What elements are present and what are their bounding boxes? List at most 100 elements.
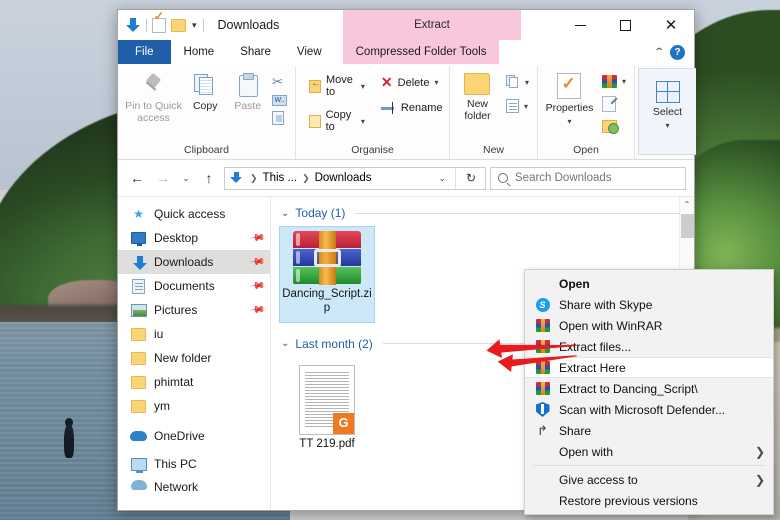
file-item-label: Dancing_Script.zip [282, 288, 372, 316]
ribbon-group-select: Select ▾ [638, 68, 696, 155]
file-item-dancing-script-zip[interactable]: Dancing_Script.zip [279, 226, 375, 323]
sidebar-item-quick-access[interactable]: ★ Quick access [118, 202, 270, 226]
minimize-button[interactable] [558, 10, 603, 40]
context-menu-item-restore-previous-versions[interactable]: Restore previous versions [525, 490, 773, 511]
chevron-down-icon[interactable]: ⌄ [432, 173, 452, 184]
address-path-field[interactable]: ❯ This ... ❯ Downloads ⌄ ↻ [224, 167, 486, 190]
recent-locations-icon[interactable]: ⌄ [178, 167, 194, 189]
context-menu-item-open[interactable]: Open [525, 273, 773, 294]
context-menu-item-extract-files[interactable]: Extract files... [525, 336, 773, 357]
sidebar-item-onedrive[interactable]: OneDrive [118, 424, 270, 448]
help-icon[interactable]: ? [670, 45, 685, 60]
pin-to-quick-access-button[interactable]: Pin to Quick access [124, 71, 183, 124]
quick-access-toolbar: ▾ Downloads [118, 17, 279, 33]
file-item-label: TT 219.pdf [299, 438, 354, 452]
context-menu-item-open-with[interactable]: Open with ❯ [525, 441, 773, 462]
new-folder-button[interactable]: New folder [456, 71, 499, 122]
move-to-dropdown-icon[interactable]: ▾ [361, 82, 365, 91]
download-arrow-icon [130, 255, 147, 269]
paste-shortcut-button[interactable] [270, 110, 289, 126]
folder-icon [130, 400, 147, 413]
context-menu-item-label: Open with WinRAR [559, 319, 662, 333]
new-item-button[interactable]: ▾ [504, 74, 531, 90]
delete-dropdown-icon[interactable]: ▾ [434, 78, 438, 87]
properties-dropdown-icon[interactable]: ▾ [567, 117, 571, 126]
select-dropdown-icon[interactable]: ▾ [665, 121, 669, 130]
scrollbar-thumb[interactable] [681, 214, 694, 238]
collapse-ribbon-icon[interactable]: ⌃ [653, 47, 665, 58]
rename-button[interactable]: Rename [378, 101, 446, 115]
copy-label: Copy [193, 100, 218, 112]
easy-access-button[interactable]: ▾ [504, 98, 531, 114]
sidebar-item-this-pc[interactable]: This PC [118, 452, 270, 476]
context-menu-item-share-with-skype[interactable]: S Share with Skype [525, 294, 773, 315]
forward-button[interactable]: → [152, 167, 174, 189]
folder-icon [130, 328, 147, 341]
tab-compressed-folder-tools[interactable]: Compressed Folder Tools [343, 40, 500, 64]
open-with-dropdown-icon[interactable]: ▾ [622, 77, 626, 86]
ribbon-group-clipboard: Pin to Quick access Copy Paste ✂ W.. Cli… [118, 66, 296, 159]
search-box[interactable]: Search Downloads [490, 167, 686, 190]
sidebar-item-desktop[interactable]: Desktop 📌 [118, 226, 270, 250]
sidebar-item-label: phimtat [154, 375, 193, 389]
sidebar-item-phimtat[interactable]: phimtat [118, 370, 270, 394]
properties-button[interactable]: Properties ▾ [544, 71, 595, 126]
paste-button[interactable]: Paste [227, 71, 268, 112]
close-button[interactable]: ✕ [648, 10, 694, 40]
context-menu-item-extract-to-folder[interactable]: Extract to Dancing_Script\ [525, 378, 773, 399]
history-button[interactable] [600, 119, 628, 134]
sidebar-item-iu[interactable]: iu [118, 322, 270, 346]
new-item-dropdown-icon[interactable]: ▾ [525, 78, 529, 87]
select-button[interactable]: Select ▾ [645, 79, 690, 130]
maximize-button[interactable] [603, 10, 648, 40]
window-controls: ✕ [558, 10, 694, 40]
open-small-buttons: ▾ [600, 71, 628, 134]
breadcrumb-item-this-pc[interactable]: This ... [263, 172, 298, 184]
sidebar-item-pictures[interactable]: Pictures 📌 [118, 298, 270, 322]
tab-file[interactable]: File [118, 40, 171, 64]
context-menu-item-give-access-to[interactable]: Give access to ❯ [525, 469, 773, 490]
ribbon-group-label-open: Open [538, 144, 634, 159]
sidebar-item-ym[interactable]: ym [118, 394, 270, 418]
up-button[interactable]: ↑ [198, 167, 220, 189]
context-menu-item-open-with-winrar[interactable]: Open with WinRAR [525, 315, 773, 336]
cut-button[interactable]: ✂ [270, 73, 289, 91]
chevron-down-icon[interactable]: ⌄ [281, 208, 289, 219]
tab-view[interactable]: View [284, 40, 335, 64]
customize-qat-dropdown-icon[interactable]: ▾ [191, 20, 198, 31]
navigation-pane: ★ Quick access Desktop 📌 Downloads 📌 Doc… [118, 197, 271, 510]
new-folder-icon[interactable] [171, 19, 186, 32]
properties-check-icon[interactable] [152, 18, 166, 33]
copy-button[interactable]: Copy [185, 71, 226, 112]
tab-share[interactable]: Share [227, 40, 284, 64]
breadcrumb-item-downloads[interactable]: Downloads [315, 172, 372, 184]
skype-icon: S [534, 298, 551, 312]
open-with-winrar-button[interactable]: ▾ [600, 74, 628, 89]
copy-path-button[interactable]: W.. [270, 94, 289, 107]
context-menu-item-share[interactable]: ↱ Share [525, 420, 773, 441]
file-item-tt-219-pdf[interactable]: G TT 219.pdf [279, 361, 375, 458]
organise-col-1: Move to ▾ Copy to ▾ [306, 71, 368, 134]
edit-button[interactable] [600, 95, 628, 113]
sidebar-item-network[interactable]: Network [118, 480, 270, 493]
context-menu-item-extract-here[interactable]: Extract Here [525, 357, 773, 378]
copy-to-button[interactable]: Copy to ▾ [306, 108, 368, 134]
delete-button[interactable]: ✕ Delete ▾ [378, 73, 446, 92]
scroll-up-icon[interactable]: ⌃ [680, 197, 694, 212]
refresh-icon[interactable]: ↻ [459, 171, 483, 185]
move-to-button[interactable]: Move to ▾ [306, 73, 368, 99]
sidebar-item-downloads[interactable]: Downloads 📌 [118, 250, 270, 274]
desktop-icon [130, 232, 147, 244]
context-menu-item-scan-with-defender[interactable]: Scan with Microsoft Defender... [525, 399, 773, 420]
copy-to-dropdown-icon[interactable]: ▾ [361, 117, 365, 126]
sidebar-item-documents[interactable]: Documents 📌 [118, 274, 270, 298]
paste-icon [237, 73, 259, 97]
tab-home[interactable]: Home [171, 40, 228, 64]
search-input[interactable]: Search Downloads [515, 172, 612, 184]
back-button[interactable]: ← [126, 167, 148, 189]
chevron-down-icon[interactable]: ⌄ [281, 338, 289, 349]
folder-icon [130, 352, 147, 365]
sidebar-item-new-folder[interactable]: New folder [118, 346, 270, 370]
easy-access-dropdown-icon[interactable]: ▾ [524, 102, 528, 111]
file-group-header-today[interactable]: ⌄ Today (1) [271, 197, 694, 222]
